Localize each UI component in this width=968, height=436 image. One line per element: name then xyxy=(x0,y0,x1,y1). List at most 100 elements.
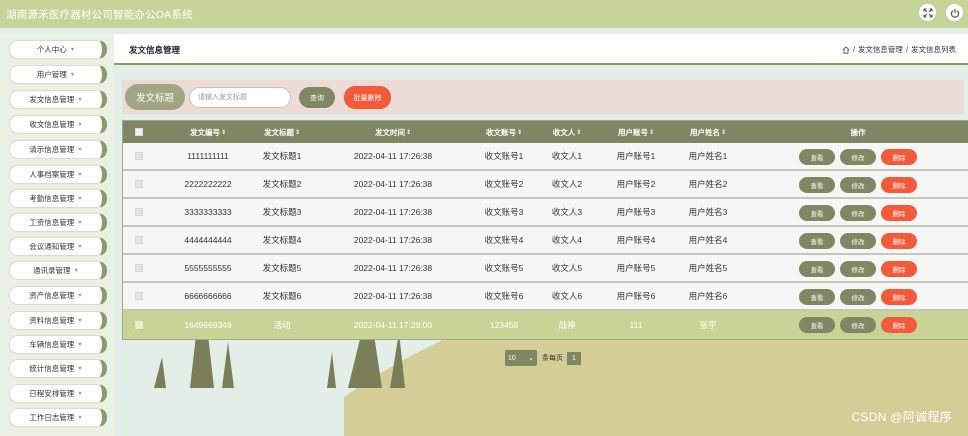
sidebar-item-dispatch-info[interactable]: 发文信息管理 ▼ xyxy=(9,90,107,109)
delete-button[interactable]: 删除 xyxy=(881,149,917,165)
sort-icon[interactable]: ⇕ xyxy=(649,129,654,136)
edit-button[interactable]: 修改 xyxy=(840,261,876,277)
chevron-down-icon: ▼ xyxy=(77,414,83,421)
sidebar-item-vehicle-info[interactable]: 车辆信息管理 ▼ xyxy=(9,335,107,354)
sort-icon[interactable]: ⇕ xyxy=(576,129,581,136)
view-button[interactable]: 查看 xyxy=(799,233,835,249)
chevron-down-icon: ⌄ xyxy=(528,355,534,362)
edit-button[interactable]: 修改 xyxy=(840,317,876,333)
row-checkbox[interactable] xyxy=(135,264,143,272)
table-row[interactable]: 3333333333 发文标题3 2022-04-11 17:26:38 收文账号3 收… xyxy=(123,199,968,227)
sidebar-item-document-info[interactable]: 资料信息管理 ▼ xyxy=(9,311,107,330)
column-header-recv-account[interactable]: 收文账号 ⇕ xyxy=(469,121,539,143)
sidebar-item-label: 工作日志管理 xyxy=(29,413,75,422)
cell-title: 发文标题5 xyxy=(262,263,302,273)
table-header: 发文编号 ⇕ 发文标题 ⇕ 发文时间 ⇕ 收文账号 ⇕ 收文人 ⇕ 用户账号 ⇕ 用户姓名 ⇕ 操作 xyxy=(123,121,968,143)
sidebar-item-receive-info[interactable]: 收文信息管理 ▼ xyxy=(9,115,107,134)
delete-button[interactable]: 删除 xyxy=(881,317,917,333)
edit-button[interactable]: 修改 xyxy=(840,177,876,193)
row-checkbox[interactable] xyxy=(135,152,143,160)
sidebar-item-personnel-files[interactable]: 人事档案管理 ▼ xyxy=(9,165,107,184)
table-row[interactable]: 1111111111 发文标题1 2022-04-11 17:26:38 收文账号1 收… xyxy=(123,143,968,171)
cell-time: 2022-04-11 17:26:38 xyxy=(353,235,433,245)
sidebar-item-request-info[interactable]: 请示信息管理 ▼ xyxy=(9,140,107,159)
search-input[interactable] xyxy=(189,87,291,108)
sort-icon[interactable]: ⇕ xyxy=(221,129,226,136)
sidebar-item-personal-center[interactable]: 个人中心 ▼ xyxy=(9,40,107,59)
page-number-current[interactable]: 1 xyxy=(567,351,581,365)
batch-delete-button[interactable]: 批量删除 xyxy=(344,86,391,109)
cell-time: 2022-04-11 17:26:38 xyxy=(353,207,433,217)
column-header-title[interactable]: 发文标题 ⇕ xyxy=(251,121,313,143)
edit-button[interactable]: 修改 xyxy=(840,233,876,249)
delete-button[interactable]: 删除 xyxy=(881,177,917,193)
sidebar-item-meeting-notice[interactable]: 会议通知管理 ▼ xyxy=(9,237,107,256)
table-row[interactable]: 2222222222 发文标题2 2022-04-11 17:26:38 收文账号2 收… xyxy=(123,171,968,199)
query-button[interactable]: 查询 xyxy=(299,87,335,108)
chevron-down-icon: ▼ xyxy=(77,292,83,299)
edit-button[interactable]: 修改 xyxy=(840,289,876,305)
table-row[interactable]: 5555555555 发文标题5 2022-04-11 17:26:38 收文账号5 收… xyxy=(123,255,968,283)
column-header-user-name[interactable]: 用户姓名 ⇕ xyxy=(671,121,745,143)
table-row[interactable]: 1649669349 活动 2022-04-11 17:29:00 123456 战神 1… xyxy=(123,311,968,339)
view-button[interactable]: 查看 xyxy=(799,317,835,333)
cell-time: 2022-04-11 17:29:00 xyxy=(353,320,433,330)
sidebar-item-asset-info[interactable]: 资产信息管理 ▼ xyxy=(9,286,107,305)
breadcrumb-section[interactable]: 发文信息管理 xyxy=(858,44,903,55)
row-checkbox[interactable] xyxy=(135,292,143,300)
edit-button[interactable]: 修改 xyxy=(840,205,876,221)
cell-receiver: 收文人1 xyxy=(551,151,583,161)
column-header-time[interactable]: 发文时间 ⇕ xyxy=(325,121,461,143)
sidebar-item-address-book[interactable]: 通讯录管理 ▼ xyxy=(9,261,107,280)
view-button[interactable]: 查看 xyxy=(799,261,835,277)
view-button[interactable]: 查看 xyxy=(799,205,835,221)
chevron-down-icon: ▼ xyxy=(77,390,83,397)
view-button[interactable]: 查看 xyxy=(799,177,835,193)
row-select-cell xyxy=(127,227,151,253)
edit-button[interactable]: 修改 xyxy=(840,149,876,165)
sidebar-item-schedule[interactable]: 日程安排管理 ▼ xyxy=(9,384,107,403)
column-header-id[interactable]: 发文编号 ⇕ xyxy=(163,121,253,143)
cell-id: 3333333333 xyxy=(184,207,232,217)
row-checkbox[interactable] xyxy=(135,180,143,188)
view-button[interactable]: 查看 xyxy=(799,289,835,305)
logout-icon[interactable] xyxy=(946,4,963,21)
delete-button[interactable]: 删除 xyxy=(881,233,917,249)
page-size-select[interactable]: 10 ⌄ xyxy=(505,350,537,366)
row-checkbox[interactable] xyxy=(135,321,143,329)
cell-user-name: 用户姓名6 xyxy=(688,291,728,301)
sort-icon[interactable]: ⇕ xyxy=(295,129,300,136)
table-row[interactable]: 6666666666 发文标题6 2022-04-11 17:26:38 收文账号6 收… xyxy=(123,283,968,311)
watermark: CSDN @阿诚程序 xyxy=(851,410,952,424)
sidebar-item-statistics-info[interactable]: 统计信息管理 ▼ xyxy=(9,359,107,378)
select-all-checkbox[interactable] xyxy=(135,128,143,136)
sidebar-item-salary-info[interactable]: 工资信息管理 ▼ xyxy=(9,213,107,232)
row-checkbox[interactable] xyxy=(135,236,143,244)
column-header-receiver[interactable]: 收文人 ⇕ xyxy=(542,121,592,143)
cell-title: 发文标题4 xyxy=(262,235,302,245)
column-header-actions: 操作 xyxy=(799,121,917,143)
sidebar-item-label: 请示信息管理 xyxy=(29,145,75,154)
cell-recv-account: 收文账号1 xyxy=(484,151,524,161)
cell-recv-account: 123456 xyxy=(489,320,519,330)
delete-button[interactable]: 删除 xyxy=(881,261,917,277)
sort-icon[interactable]: ⇕ xyxy=(406,129,411,136)
chevron-down-icon: ▼ xyxy=(77,341,83,348)
cell-user-account: 用户账号4 xyxy=(616,235,656,245)
sidebar-item-user-mgmt[interactable]: 用户管理 ▼ xyxy=(9,65,107,84)
sort-icon[interactable]: ⇕ xyxy=(721,129,726,136)
delete-button[interactable]: 删除 xyxy=(881,289,917,305)
breadcrumb-sep: / xyxy=(852,45,855,54)
fullscreen-icon[interactable] xyxy=(919,4,936,21)
row-checkbox[interactable] xyxy=(135,208,143,216)
sidebar-item-label: 个人中心 xyxy=(36,45,67,54)
column-header-user-account[interactable]: 用户账号 ⇕ xyxy=(601,121,671,143)
sidebar-item-attendance-info[interactable]: 考勤信息管理 ▼ xyxy=(9,189,107,208)
cell-id: 2222222222 xyxy=(184,179,232,189)
sidebar-item-work-log[interactable]: 工作日志管理 ▼ xyxy=(9,408,107,427)
table-row[interactable]: 4444444444 发文标题4 2022-04-11 17:26:38 收文账号4 收… xyxy=(123,227,968,255)
view-button[interactable]: 查看 xyxy=(799,149,835,165)
sort-icon[interactable]: ⇕ xyxy=(517,129,522,136)
delete-button[interactable]: 删除 xyxy=(881,205,917,221)
home-icon[interactable] xyxy=(842,45,850,54)
